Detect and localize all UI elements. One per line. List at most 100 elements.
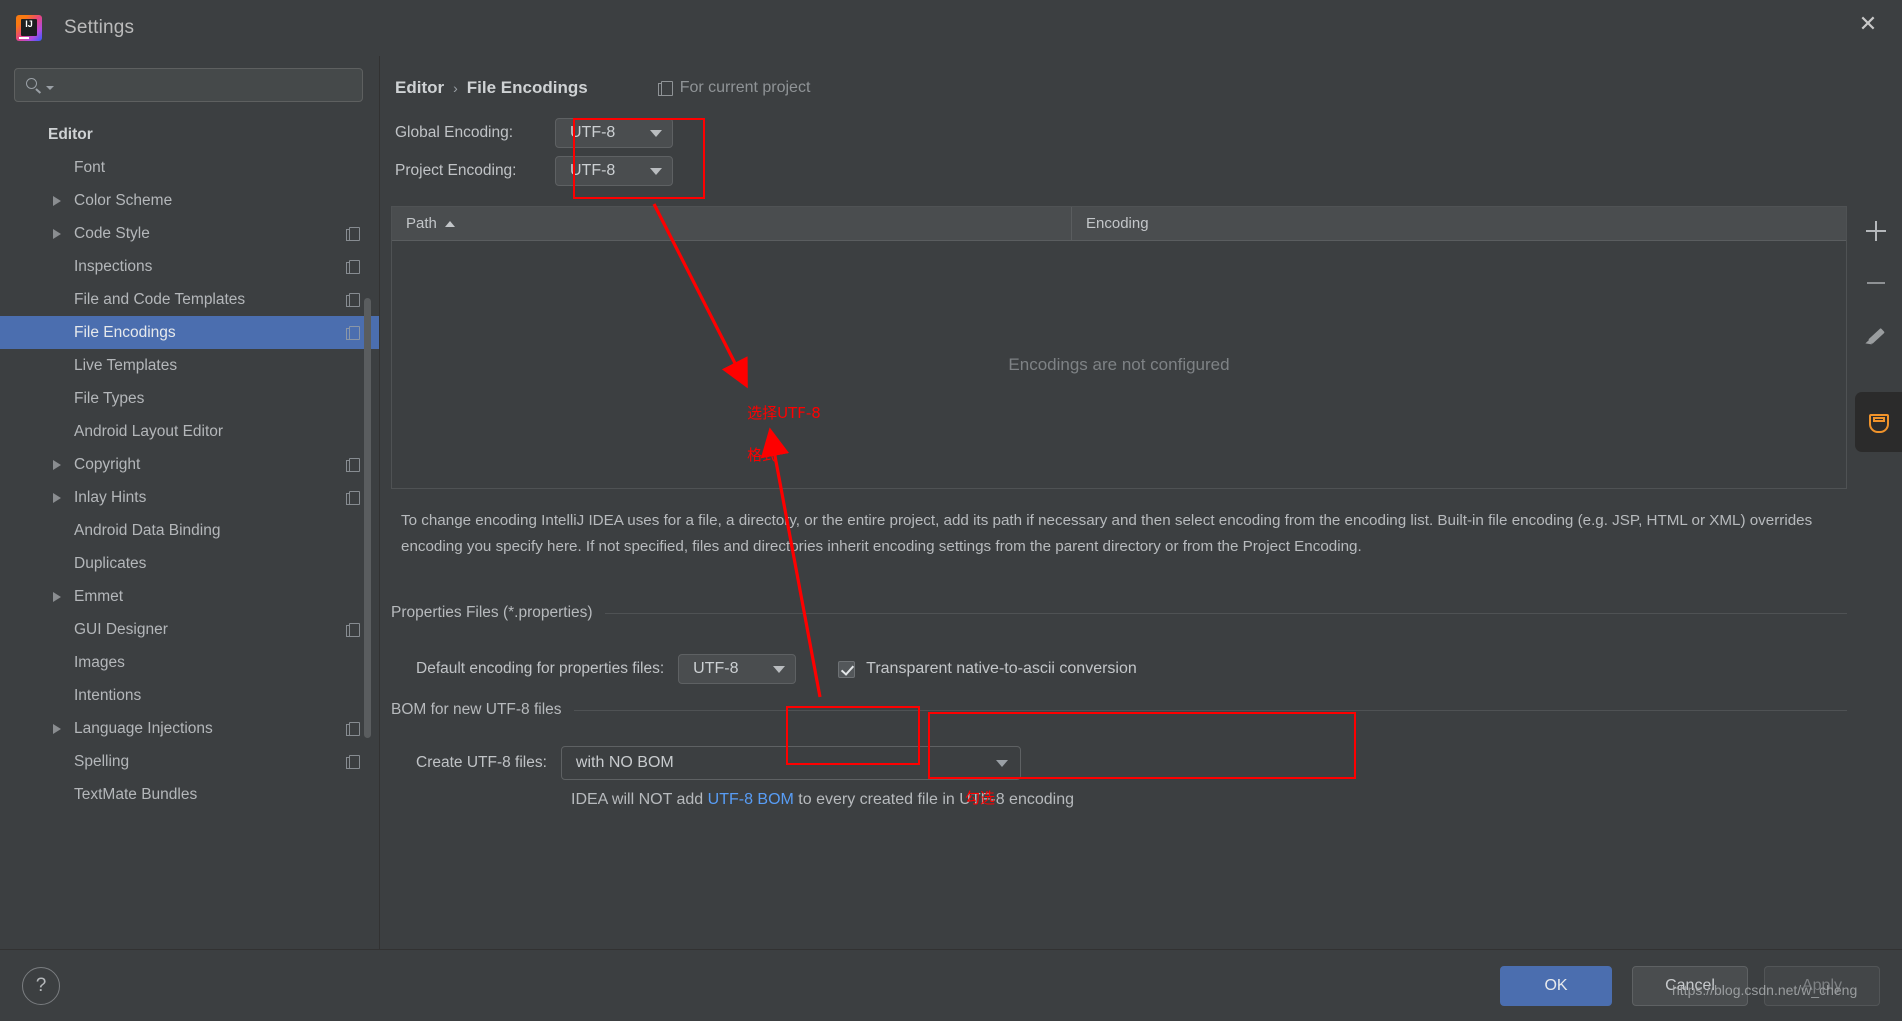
- breadcrumb-current: File Encodings: [466, 78, 588, 97]
- column-header-path-label: Path: [406, 215, 437, 232]
- properties-section-title: Properties Files (*.properties): [391, 604, 593, 621]
- sidebar-item-label: GUI Designer: [74, 620, 168, 638]
- expand-arrow-icon[interactable]: [44, 493, 70, 503]
- expand-arrow-icon[interactable]: [44, 724, 70, 734]
- sidebar-item-android-layout-editor[interactable]: Android Layout Editor: [0, 415, 379, 448]
- sidebar-scrollbar-thumb[interactable]: [364, 298, 371, 738]
- column-header-path[interactable]: Path: [392, 207, 1072, 240]
- config-file-icon: [346, 622, 360, 637]
- settings-tree: Editor Font Color Scheme Code Style Inspecti…: [0, 118, 379, 811]
- watermark: https://blog.csdn.net/w_cheng: [1672, 982, 1858, 998]
- search-input[interactable]: [54, 77, 362, 93]
- logo-bar: [19, 37, 29, 39]
- column-header-encoding[interactable]: Encoding: [1072, 207, 1846, 240]
- sidebar-item-label: Inspections: [74, 257, 153, 275]
- sidebar-item-code-style[interactable]: Code Style: [0, 217, 379, 250]
- config-file-icon: [346, 226, 360, 241]
- checkbox-check-icon: [838, 660, 856, 678]
- chevron-down-icon[interactable]: [46, 85, 54, 90]
- global-encoding-label: Global Encoding:: [395, 124, 514, 141]
- config-file-icon: [346, 292, 360, 307]
- encodings-description: To change encoding IntelliJ IDEA uses fo…: [401, 512, 1813, 555]
- table-body: Encodings are not configured: [392, 241, 1846, 488]
- add-encoding-button[interactable]: [1861, 216, 1891, 246]
- sidebar-item-file-types[interactable]: File Types: [0, 382, 379, 415]
- sidebar-item-textmate-bundles[interactable]: TextMate Bundles: [0, 778, 379, 811]
- transparent-native-to-ascii-checkbox[interactable]: Transparent native-to-ascii conversion: [838, 660, 1137, 678]
- config-file-icon: [346, 721, 360, 736]
- config-file-icon: [346, 490, 360, 505]
- sidebar-item-spelling[interactable]: Spelling: [0, 745, 379, 778]
- sidebar-item-inspections[interactable]: Inspections: [0, 250, 379, 283]
- side-tool-widget[interactable]: [1855, 392, 1902, 452]
- create-utf8-label: Create UTF-8 files:: [416, 754, 547, 771]
- global-encoding-dropdown[interactable]: UTF-8: [555, 118, 673, 148]
- sidebar-item-label: Editor: [48, 125, 93, 143]
- chevron-down-icon: [995, 759, 1008, 767]
- sidebar-item-label: Duplicates: [74, 554, 147, 572]
- sidebar-item-label: File Encodings: [74, 323, 176, 341]
- sidebar-item-copyright[interactable]: Copyright: [0, 448, 379, 481]
- chevron-down-icon: [773, 665, 786, 673]
- chevron-down-icon: [650, 129, 662, 137]
- expand-arrow-icon[interactable]: [44, 592, 70, 602]
- expand-arrow-icon[interactable]: [44, 460, 70, 470]
- breadcrumb-parent[interactable]: Editor: [395, 78, 444, 98]
- sidebar-item-file-encodings[interactable]: File Encodings: [0, 316, 379, 349]
- settings-sidebar: Editor Font Color Scheme Code Style Inspecti…: [0, 56, 380, 949]
- sidebar-item-font[interactable]: Font: [0, 151, 379, 184]
- pencil-icon: [1866, 325, 1886, 345]
- expand-arrow-icon[interactable]: [44, 229, 70, 239]
- edit-encoding-button[interactable]: [1861, 320, 1891, 350]
- sidebar-item-label: Emmet: [74, 587, 124, 605]
- sidebar-item-duplicates[interactable]: Duplicates: [0, 547, 379, 580]
- global-encoding-row: Global Encoding: UTF-8: [395, 114, 1902, 152]
- project-encoding-value: UTF-8: [570, 162, 616, 179]
- search-container: [0, 56, 379, 102]
- sidebar-item-file-and-code-templates[interactable]: File and Code Templates: [0, 283, 379, 316]
- project-encoding-label: Project Encoding:: [395, 162, 517, 179]
- remove-encoding-button[interactable]: [1861, 268, 1891, 298]
- copy-icon: [657, 80, 673, 96]
- sidebar-item-editor[interactable]: Editor: [0, 118, 379, 151]
- create-utf8-value: with NO BOM: [575, 754, 674, 771]
- column-header-encoding-label: Encoding: [1086, 215, 1149, 232]
- sidebar-item-label: File Types: [74, 389, 145, 407]
- expand-arrow-icon[interactable]: [44, 196, 70, 206]
- sidebar-item-label: Inlay Hints: [74, 488, 147, 506]
- sidebar-item-intentions[interactable]: Intentions: [0, 679, 379, 712]
- table-header: Path Encoding: [392, 207, 1846, 241]
- sidebar-item-language-injections[interactable]: Language Injections: [0, 712, 379, 745]
- sidebar-item-label: Code Style: [74, 224, 150, 242]
- properties-section-header: Properties Files (*.properties): [391, 604, 1847, 622]
- sidebar-item-inlay-hints[interactable]: Inlay Hints: [0, 481, 379, 514]
- create-utf8-dropdown[interactable]: with NO BOM: [560, 746, 1021, 780]
- default-properties-encoding-dropdown[interactable]: UTF-8: [678, 654, 797, 684]
- sidebar-item-images[interactable]: Images: [0, 646, 379, 679]
- sidebar-item-live-templates[interactable]: Live Templates: [0, 349, 379, 382]
- sidebar-item-color-scheme[interactable]: Color Scheme: [0, 184, 379, 217]
- sidebar-item-label: Intentions: [74, 686, 142, 704]
- sidebar-item-android-data-binding[interactable]: Android Data Binding: [0, 514, 379, 547]
- for-current-project-label: For current project: [657, 79, 810, 97]
- sidebar-item-gui-designer[interactable]: GUI Designer: [0, 613, 379, 646]
- breadcrumb-separator: ›: [453, 80, 458, 96]
- search-box[interactable]: [14, 68, 363, 102]
- sidebar-item-label: Copyright: [74, 455, 141, 473]
- bom-section-title: BOM for new UTF-8 files: [391, 701, 562, 718]
- transparent-native-to-ascii-label: Transparent native-to-ascii conversion: [866, 660, 1137, 677]
- encodings-table: Path Encoding Encodings are not configur…: [391, 206, 1847, 489]
- ok-button[interactable]: OK: [1500, 966, 1612, 1006]
- utf8-bom-link[interactable]: UTF-8 BOM: [708, 791, 794, 808]
- project-encoding-dropdown[interactable]: UTF-8: [555, 156, 673, 186]
- help-button[interactable]: ?: [22, 967, 60, 1005]
- sidebar-scrollbar-track[interactable]: [364, 176, 375, 738]
- window-title: Settings: [64, 17, 135, 38]
- section-divider: [573, 709, 1847, 711]
- global-encoding-value: UTF-8: [570, 124, 616, 141]
- close-icon[interactable]: ✕: [1852, 8, 1884, 40]
- plus-icon: [1866, 221, 1886, 241]
- search-icon: [25, 76, 43, 94]
- sidebar-item-emmet[interactable]: Emmet: [0, 580, 379, 613]
- sidebar-item-label: Android Layout Editor: [74, 422, 224, 440]
